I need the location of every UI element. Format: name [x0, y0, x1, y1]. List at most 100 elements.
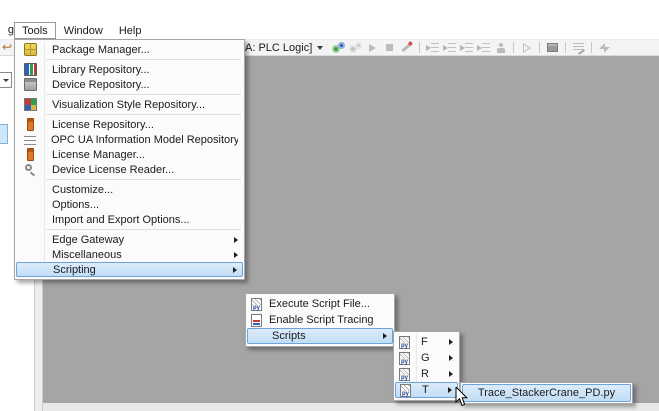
- play-button[interactable]: [364, 40, 381, 55]
- chevron-down-icon: [3, 79, 9, 82]
- device-icon: [24, 78, 37, 91]
- menu-bar: g Tools Window Help: [0, 21, 659, 39]
- menu-separator: [46, 229, 241, 230]
- panel-dropdown-button[interactable]: [0, 72, 12, 88]
- menu-item-license-manager[interactable]: License Manager...: [16, 147, 243, 162]
- menu-item-package-manager[interactable]: Package Manager...: [16, 42, 243, 57]
- menu-item-library-repository[interactable]: Library Repository...: [16, 62, 243, 77]
- menu-item-label: F: [421, 336, 441, 348]
- menu-item-label: Edge Gateway: [52, 234, 124, 246]
- menubar-item-tools[interactable]: Tools: [14, 22, 56, 39]
- py-icon: [399, 368, 410, 381]
- chevron-down-icon: [317, 46, 323, 50]
- menu-item-options[interactable]: Options...: [16, 197, 243, 212]
- visustyle-icon: [24, 98, 37, 111]
- menu-item-execute-script-file[interactable]: Execute Script File...: [247, 296, 393, 312]
- gears-green-icon: [332, 42, 345, 54]
- menu-item-enable-script-tracing[interactable]: Enable Script Tracing: [247, 312, 393, 328]
- undo-arrow-icon[interactable]: ↩: [2, 41, 12, 54]
- set-next-statement-icon: [523, 43, 531, 53]
- menu-item-scripts[interactable]: Scripts: [247, 328, 393, 344]
- gears-green-button[interactable]: [330, 40, 347, 55]
- menu-item-miscellaneous[interactable]: Miscellaneous: [16, 247, 243, 262]
- menu-item-opc-ua-information-model-repository[interactable]: OPC UA Information Model Repository...: [16, 132, 243, 147]
- menubar-item-partial[interactable]: g: [0, 21, 14, 39]
- submenu-arrow-icon: [448, 387, 452, 393]
- menu-item-license-repository[interactable]: License Repository...: [16, 117, 243, 132]
- menu-separator: [46, 59, 241, 60]
- flow-control-button[interactable]: [544, 40, 561, 55]
- package-icon: [24, 43, 37, 56]
- menu-item-label: Import and Export Options...: [52, 214, 190, 226]
- step-next-button[interactable]: [475, 40, 492, 55]
- submenu-arrow-icon: [234, 252, 238, 258]
- tools-menu: Package Manager... Library Repository... D…: [14, 39, 245, 280]
- menu-item-label: Execute Script File...: [269, 298, 370, 310]
- dongle-icon: [24, 148, 37, 161]
- force-values-icon: [573, 43, 584, 52]
- submenu-arrow-icon: [449, 371, 453, 377]
- toolbar-icon-strip: [330, 40, 613, 55]
- step-into-button[interactable]: [441, 40, 458, 55]
- menu-item-scripting[interactable]: Scripting: [16, 262, 243, 277]
- toolbar-separator: [513, 42, 514, 53]
- menu-separator: [46, 114, 241, 115]
- menu-item-r[interactable]: R: [395, 366, 458, 382]
- stop-icon: [386, 44, 393, 51]
- menu-item-trace-stackercrane-pd-py[interactable]: Trace_StackerCrane_PD.py: [462, 384, 631, 402]
- py-icon: [399, 352, 410, 365]
- submenu-arrow-icon: [449, 339, 453, 345]
- set-next-statement-button[interactable]: [518, 40, 535, 55]
- menu-item-label: OPC UA Information Model Repository...: [51, 134, 238, 146]
- menu-item-label: Visualization Style Repository...: [52, 99, 205, 111]
- run-to-cursor-button[interactable]: [492, 40, 509, 55]
- menu-item-label: Package Manager...: [52, 44, 150, 56]
- force-values-button[interactable]: [570, 40, 587, 55]
- menu-item-label: Scripting: [53, 264, 96, 276]
- menu-item-label: Enable Script Tracing: [269, 314, 374, 326]
- step-out-icon: [460, 43, 473, 52]
- scripts-submenu: FGRT: [393, 331, 460, 401]
- menu-item-device-license-reader[interactable]: Device License Reader...: [16, 162, 243, 177]
- py-icon: [399, 336, 410, 349]
- mouse-cursor: [455, 387, 469, 407]
- submenu-arrow-icon: [383, 333, 387, 339]
- menu-item-label: Device Repository...: [52, 79, 150, 91]
- py-icon: [251, 298, 262, 311]
- reader-icon: [24, 163, 37, 176]
- menubar-item-help[interactable]: Help: [111, 22, 150, 39]
- menu-item-import-and-export-options[interactable]: Import and Export Options...: [16, 212, 243, 227]
- menu-item-label: Library Repository...: [52, 64, 150, 76]
- py-icon: [400, 384, 411, 397]
- gears-gray-button[interactable]: [347, 40, 364, 55]
- play-icon: [369, 44, 376, 52]
- toolbar-separator: [419, 42, 420, 53]
- toolbar-separator: [565, 42, 566, 53]
- opc-icon: [24, 136, 36, 146]
- tree-selection-partial[interactable]: [0, 124, 8, 144]
- tracing-icon: [251, 314, 262, 327]
- write-values-button[interactable]: [596, 40, 613, 55]
- step-over-button[interactable]: [424, 40, 441, 55]
- menu-item-t[interactable]: T: [395, 382, 458, 398]
- menu-item-f[interactable]: F: [395, 334, 458, 350]
- t-submenu: Trace_StackerCrane_PD.py: [460, 382, 633, 404]
- menubar-item-window[interactable]: Window: [56, 22, 111, 39]
- stop-button[interactable]: [381, 40, 398, 55]
- menu-item-label: Device License Reader...: [52, 164, 174, 176]
- menu-item-label: Scripts: [272, 330, 306, 342]
- menu-item-g[interactable]: G: [395, 350, 458, 366]
- gears-gray-icon: [349, 42, 362, 54]
- menu-item-device-repository[interactable]: Device Repository...: [16, 77, 243, 92]
- toolbar-separator: [539, 42, 540, 53]
- active-application-combo[interactable]: A: PLC Logic]: [245, 42, 330, 54]
- menu-item-label: Customize...: [52, 184, 113, 196]
- menu-item-visualization-style-repository[interactable]: Visualization Style Repository...: [16, 97, 243, 112]
- breakpoint-wrench-button[interactable]: [398, 40, 415, 55]
- step-over-icon: [426, 43, 439, 52]
- menu-item-label: Options...: [52, 199, 99, 211]
- step-out-button[interactable]: [458, 40, 475, 55]
- menu-item-label: Miscellaneous: [52, 249, 122, 261]
- menu-item-edge-gateway[interactable]: Edge Gateway: [16, 232, 243, 247]
- menu-item-customize[interactable]: Customize...: [16, 182, 243, 197]
